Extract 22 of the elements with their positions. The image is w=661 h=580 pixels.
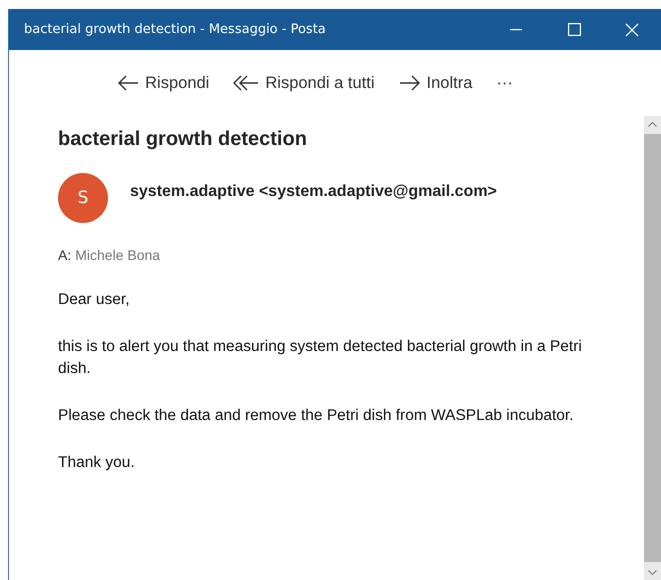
scroll-up-icon — [648, 122, 657, 126]
reply-button[interactable]: Rispondi — [117, 72, 210, 94]
message-paragraph: Dear user, — [58, 290, 131, 310]
scroll-down-icon — [648, 570, 657, 574]
sender-avatar: S — [58, 173, 108, 223]
recipient-name: Michele Bona — [75, 247, 160, 263]
forward-button[interactable]: Inoltra — [398, 72, 472, 94]
arrow-left-icon — [117, 75, 140, 91]
sender-address: system.adaptive <system.adaptive@gmail.com> — [130, 183, 497, 201]
message-subject: bacterial growth detection — [58, 128, 308, 151]
double-arrow-left-icon — [233, 75, 260, 91]
window-title: bacterial growth detection - Messaggio - Posta — [24, 22, 327, 37]
minimize-icon — [510, 28, 522, 30]
message-paragraph: Please check the data and remove the Petri dish from WASPLab incubator. — [58, 406, 575, 426]
maximize-icon — [568, 23, 580, 36]
close-icon — [625, 22, 639, 36]
recipient-label: A: — [58, 247, 72, 263]
more-button[interactable]: ··· — [496, 72, 513, 94]
reply-all-button[interactable]: Rispondi a tutti — [233, 72, 375, 94]
message-paragraph: this is to alert you that measuring system detected bacterial growth in a Petri dish. — [58, 337, 583, 379]
arrow-right-icon — [398, 75, 421, 91]
message-paragraph: Thank you. — [58, 453, 136, 473]
